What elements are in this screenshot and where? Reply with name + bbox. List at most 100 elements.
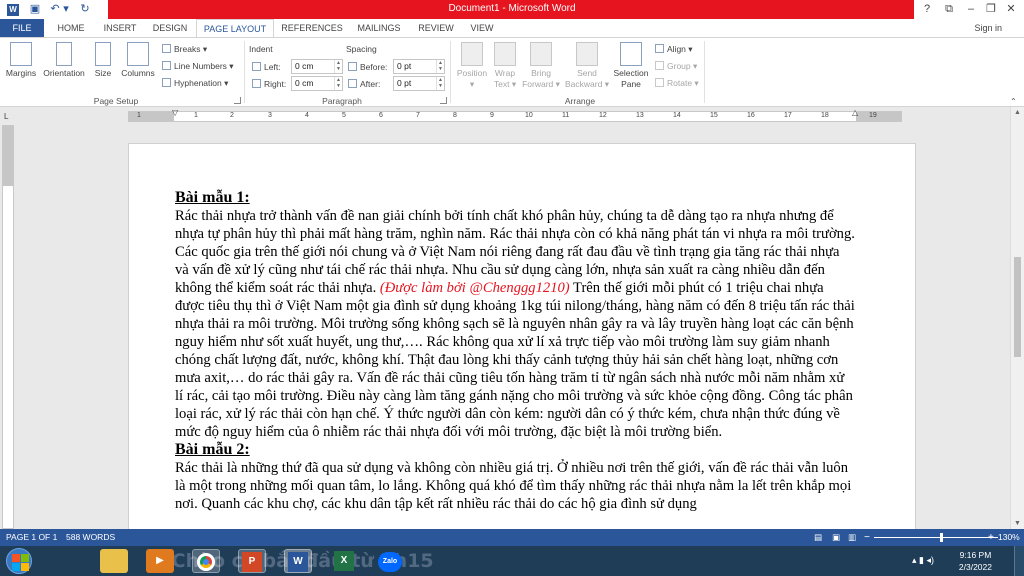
page-count[interactable]: PAGE 1 OF 1 [6, 529, 57, 546]
position-button[interactable]: Position ▾ [454, 42, 490, 90]
send-backward-button[interactable]: Send Backward ▾ [564, 42, 610, 90]
indent-left-text: Left: [264, 62, 281, 72]
selection-pane-icon [620, 42, 642, 66]
show-desktop-button[interactable] [1014, 546, 1024, 576]
tab-insert[interactable]: INSERT [98, 19, 142, 37]
rotate-button[interactable]: Rotate ▾ [655, 77, 699, 89]
size-button[interactable]: Size [90, 42, 116, 79]
clock[interactable]: 9:16 PM 2/3/2022 [959, 549, 992, 573]
minimize-button[interactable]: – [960, 0, 982, 19]
tab-page-layout[interactable]: PAGE LAYOUT [196, 19, 274, 38]
zoom-slider-thumb[interactable] [940, 533, 943, 542]
start-button[interactable] [6, 548, 32, 574]
tab-review[interactable]: REVIEW [414, 19, 458, 37]
wrap-text-button[interactable]: Wrap Text ▾ [490, 42, 520, 90]
indent-header: Indent [249, 44, 273, 54]
ribbon: Margins Orientation Size Columns Breaks … [0, 37, 1024, 107]
ribbon-display-options-icon[interactable]: ⧉ [938, 0, 960, 19]
margins-button[interactable]: Margins [4, 42, 38, 79]
document-area[interactable]: Bài mẫu 1: Rác thải nhựa trở thành vấn đ… [14, 125, 1010, 529]
breaks-button[interactable]: Breaks ▾ [162, 43, 207, 55]
word-icon[interactable]: W [284, 549, 312, 573]
tab-home[interactable]: HOME [50, 19, 92, 37]
powerpoint-icon[interactable]: P [238, 549, 266, 573]
vertical-ruler[interactable] [2, 125, 14, 529]
align-label: Align [667, 44, 686, 54]
page[interactable]: Bài mẫu 1: Rác thải nhựa trở thành vấn đ… [128, 143, 916, 529]
close-button[interactable]: ✕ [1000, 0, 1022, 19]
selection-pane-button[interactable]: Selection Pane [610, 42, 652, 90]
hyphenation-button[interactable]: Hyphenation ▾ [162, 77, 228, 89]
system-tray[interactable]: ▴ ▮ ◂) [912, 555, 934, 566]
spacing-before-field[interactable]: 0 pt ▲ ▼ [393, 59, 445, 74]
zoom-out-button[interactable]: − [864, 529, 870, 546]
ruler-number: 13 [636, 112, 644, 119]
tab-file[interactable]: FILE [0, 19, 44, 37]
zoom-level[interactable]: 130% [998, 529, 1020, 546]
restore-button[interactable]: ❐ [980, 0, 1002, 19]
spacing-header: Spacing [346, 44, 377, 54]
bring-forward-icon [530, 42, 552, 66]
columns-button[interactable]: Columns [118, 42, 158, 79]
file-explorer-icon[interactable] [100, 549, 128, 573]
clock-time: 9:16 PM [959, 550, 992, 560]
align-button[interactable]: Align ▾ [655, 43, 693, 55]
breaks-label: Breaks [174, 44, 201, 54]
line-numbers-icon [162, 61, 171, 70]
spinner-arrows-icon[interactable]: ▲ ▼ [436, 77, 444, 90]
read-mode-icon[interactable]: ▤ [814, 529, 822, 546]
bring-forward-label-2: Forward [522, 79, 554, 89]
right-indent-marker-icon[interactable]: △ [852, 108, 858, 117]
vertical-scrollbar[interactable]: ▲ ▼ [1010, 107, 1024, 529]
line-numbers-button[interactable]: Line Numbers ▾ [162, 60, 234, 72]
tab-mailings[interactable]: MAILINGS [352, 19, 406, 37]
document-body[interactable]: Bài mẫu 1: Rác thải nhựa trở thành vấn đ… [175, 189, 855, 513]
tab-references[interactable]: REFERENCES [280, 19, 344, 37]
send-backward-label-2: Backward [565, 79, 603, 89]
ruler-number: 1 [137, 112, 141, 119]
tab-selector[interactable]: L [4, 112, 8, 121]
spinner-arrows-icon[interactable]: ▲ ▼ [436, 60, 444, 73]
paragraph-launcher-icon[interactable] [440, 97, 447, 104]
tab-design[interactable]: DESIGN [148, 19, 192, 37]
page-setup-launcher-icon[interactable] [234, 97, 241, 104]
scroll-up-icon[interactable]: ▲ [1014, 109, 1021, 116]
sign-in-link[interactable]: Sign in [974, 23, 1002, 33]
indent-right-text: Right: [264, 79, 287, 89]
help-icon[interactable]: ? [916, 0, 938, 19]
ruler-number: 19 [869, 112, 877, 119]
heading-sample-2: Bài mẫu 2: [175, 441, 250, 458]
scroll-down-icon[interactable]: ▼ [1014, 520, 1021, 527]
ruler-number: 1 [194, 112, 198, 119]
orientation-icon [56, 42, 72, 66]
scroll-thumb[interactable] [1014, 257, 1021, 357]
tab-view[interactable]: VIEW [464, 19, 500, 37]
excel-icon[interactable]: X [330, 549, 358, 573]
indent-marker-icon[interactable]: ▽ [172, 108, 178, 117]
indent-right-value: 0 cm [295, 78, 314, 88]
margins-icon [10, 42, 32, 66]
zoom-in-button[interactable]: + [988, 529, 994, 546]
ribbon-tabs: FILE HOME INSERT DESIGN PAGE LAYOUT REFE… [0, 19, 1024, 38]
indent-left-value: 0 cm [295, 61, 314, 71]
spinner-arrows-icon[interactable]: ▲ ▼ [334, 77, 342, 90]
chrome-icon[interactable] [192, 549, 220, 573]
orientation-button[interactable]: Orientation [40, 42, 88, 79]
web-layout-icon[interactable]: ▥ [848, 529, 856, 546]
spinner-arrows-icon[interactable]: ▲ ▼ [334, 60, 342, 73]
horizontal-ruler[interactable]: L 1 ▽ 1 2 3 4 5 6 7 8 9 10 11 12 13 14 1… [0, 107, 1024, 125]
bring-forward-button[interactable]: Bring Forward ▾ [520, 42, 562, 90]
line-numbers-label: Line Numbers [174, 61, 227, 71]
word-count[interactable]: 588 WORDS [66, 529, 115, 546]
print-layout-icon[interactable]: ▣ [832, 529, 840, 546]
zalo-icon[interactable]: Zalo [376, 549, 404, 573]
group-button[interactable]: Group ▾ [655, 60, 697, 72]
indent-left-field[interactable]: 0 cm ▲ ▼ [291, 59, 343, 74]
indent-left-label: Left: [252, 61, 281, 73]
zoom-slider[interactable] [874, 537, 998, 538]
spacing-after-field[interactable]: 0 pt ▲ ▼ [393, 76, 445, 91]
media-player-icon[interactable]: ▶ [146, 549, 174, 573]
paragraph-1-text-b: Trên thế giới mỗi phút có 1 triệu chai n… [175, 280, 855, 440]
indent-right-field[interactable]: 0 cm ▲ ▼ [291, 76, 343, 91]
rotate-label: Rotate [667, 78, 693, 88]
